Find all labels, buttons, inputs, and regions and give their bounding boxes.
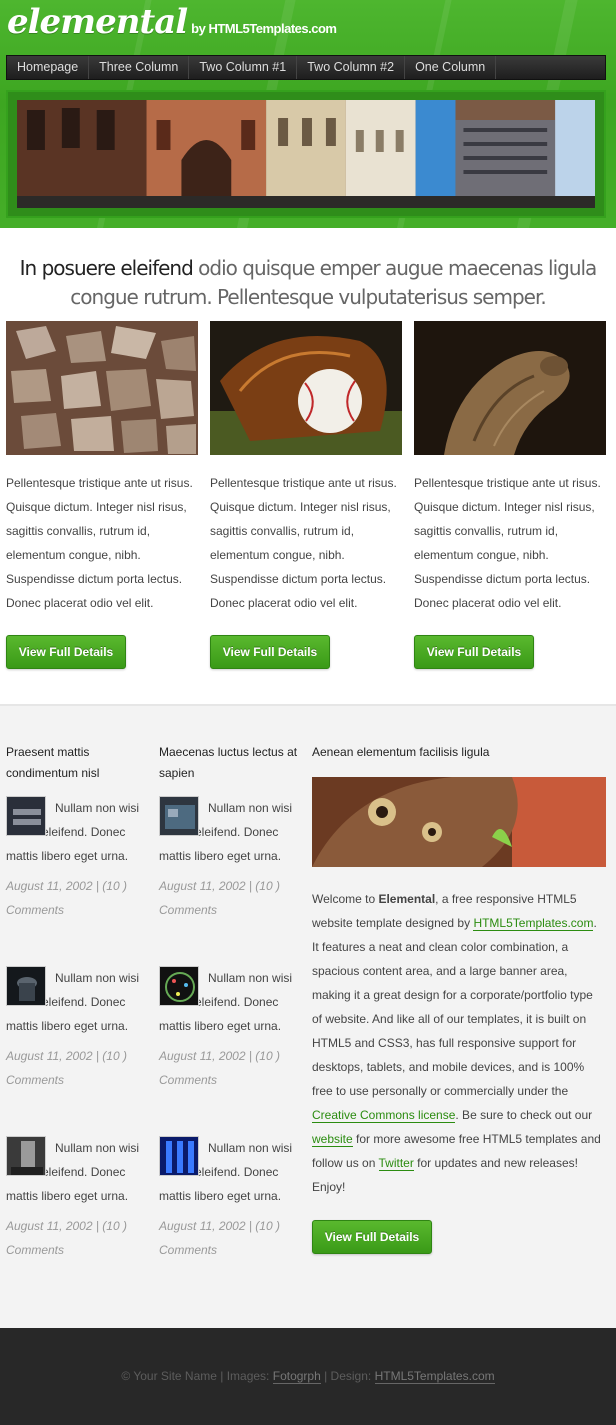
about-section: Aenean elementum facilisis ligula Welcom… — [312, 742, 606, 1254]
post-item: Nullam non wisi a sem eleifend. Donec ma… — [159, 966, 299, 1124]
feature-3: Pellentesque tristique ante ut risus. Qu… — [414, 321, 606, 669]
post-item: Nullam non wisi a sem eleifend. Donec ma… — [6, 966, 146, 1124]
tagline: In posuere eleifend odio quisque emper a… — [0, 254, 616, 312]
feature-image-wood[interactable] — [414, 321, 606, 455]
post-meta: August 11, 2002 | (10 ) Comments — [6, 1049, 127, 1087]
feature-text: Pellentesque tristique ante ut risus. Qu… — [414, 476, 601, 610]
column-1: Praesent mattis condimentum nisl Nullam … — [6, 742, 146, 1294]
post-meta: August 11, 2002 | (10 ) Comments — [159, 1219, 280, 1257]
nav-item-homepage[interactable]: Homepage — [7, 56, 90, 79]
nav-item-two-column-2[interactable]: Two Column #2 — [297, 56, 406, 79]
butterfly-image[interactable] — [312, 777, 606, 867]
twitter-link[interactable]: Twitter — [378, 1156, 414, 1171]
footer: © Your Site Name | Images: Fotogrph | De… — [0, 1328, 616, 1425]
column-2: Maecenas luctus lectus at sapien Nullam … — [159, 742, 299, 1294]
post-thumbnail[interactable] — [159, 796, 199, 836]
fotogrph-link[interactable]: Fotogrph — [272, 1369, 321, 1384]
site-logo[interactable]: elemental by HTML5Templates.com — [7, 2, 337, 42]
nav-item-one-column[interactable]: One Column — [405, 56, 497, 79]
tagline-strong: In posuere eleifend — [19, 256, 194, 280]
post-meta: August 11, 2002 | (10 ) Comments — [159, 1049, 280, 1087]
html5templates-link[interactable]: HTML5Templates.com — [473, 916, 594, 931]
column-heading: Maecenas luctus lectus at sapien — [159, 745, 298, 780]
view-details-button[interactable]: View Full Details — [414, 635, 534, 669]
post-meta: August 11, 2002 | (10 ) Comments — [6, 1219, 127, 1257]
about-heading: Aenean elementum facilisis ligula — [312, 745, 490, 759]
creative-commons-link[interactable]: Creative Commons license — [312, 1108, 456, 1123]
column-heading: Praesent mattis condimentum nisl — [6, 745, 100, 780]
post-thumbnail[interactable] — [6, 1136, 46, 1176]
logo-text: elemental — [7, 2, 188, 42]
nav-item-three-column[interactable]: Three Column — [89, 56, 190, 79]
post-item: Nullam non wisi a sem eleifend. Donec ma… — [159, 796, 299, 954]
view-details-button[interactable]: View Full Details — [312, 1220, 432, 1254]
post-item: Nullam non wisi a sem eleifend. Donec ma… — [6, 796, 146, 954]
banner-image — [17, 100, 595, 208]
view-details-button[interactable]: View Full Details — [210, 635, 330, 669]
feature-image-baseball[interactable] — [210, 321, 402, 455]
header: elemental by HTML5Templates.com Homepage… — [0, 0, 616, 228]
post-meta: August 11, 2002 | (10 ) Comments — [159, 879, 280, 917]
main-section: Praesent mattis condimentum nisl Nullam … — [0, 704, 616, 1328]
about-text: Welcome to Elemental, a free responsive … — [312, 892, 601, 1194]
feature-2: Pellentesque tristique ante ut risus. Qu… — [210, 321, 402, 669]
feature-text: Pellentesque tristique ante ut risus. Qu… — [6, 476, 193, 610]
post-item: Nullam non wisi a sem eleifend. Donec ma… — [6, 1136, 146, 1294]
post-thumbnail[interactable] — [6, 796, 46, 836]
post-thumbnail[interactable] — [159, 1136, 199, 1176]
html5templates-footer-link[interactable]: HTML5Templates.com — [374, 1369, 495, 1384]
logo-byline: by HTML5Templates.com — [191, 21, 337, 36]
post-meta: August 11, 2002 | (10 ) Comments — [6, 879, 127, 917]
post-thumbnail[interactable] — [6, 966, 46, 1006]
post-thumbnail[interactable] — [159, 966, 199, 1006]
feature-1: Pellentesque tristique ante ut risus. Qu… — [6, 321, 198, 669]
website-link[interactable]: website — [312, 1132, 353, 1147]
post-item: Nullam non wisi a sem eleifend. Donec ma… — [159, 1136, 299, 1294]
view-details-button[interactable]: View Full Details — [6, 635, 126, 669]
feature-text: Pellentesque tristique ante ut risus. Qu… — [210, 476, 397, 610]
banner-frame — [6, 90, 606, 218]
feature-image-rocks[interactable] — [6, 321, 198, 455]
main-nav: Homepage Three Column Two Column #1 Two … — [6, 55, 606, 80]
nav-item-two-column-1[interactable]: Two Column #1 — [189, 56, 298, 79]
